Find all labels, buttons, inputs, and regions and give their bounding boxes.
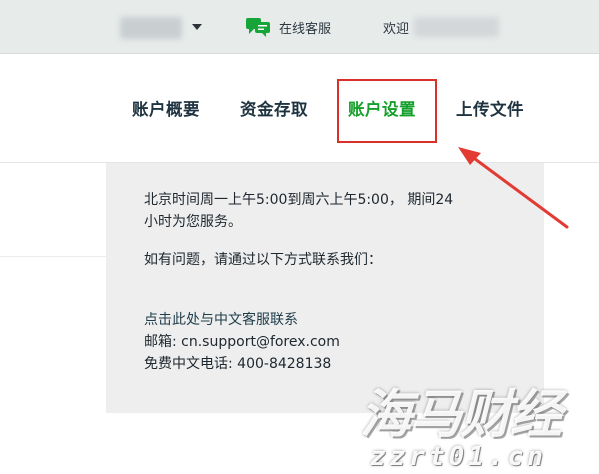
nav-funding[interactable]: 资金存取 xyxy=(240,96,308,120)
username-redacted xyxy=(414,17,499,37)
chat-bubbles-icon[interactable] xyxy=(246,17,270,37)
annotation-arrow-icon xyxy=(458,147,569,229)
welcome-label: 欢迎 xyxy=(383,22,410,37)
support-email[interactable]: 邮箱: cn.support@forex.com xyxy=(144,332,340,352)
contact-question: 如有问题，请通过以下方式联系我们： xyxy=(144,252,382,268)
chevron-down-icon[interactable] xyxy=(192,24,202,30)
top-bar: 在线客服 欢迎 xyxy=(0,0,599,54)
chinese-support-link[interactable]: 点击此处与中文客服联系 xyxy=(144,310,298,330)
nav-upload-files[interactable]: 上传文件 xyxy=(456,96,524,120)
watermark: 海马财经 zzrt01.cn xyxy=(352,372,599,474)
nav-account-summary[interactable]: 账户概要 xyxy=(132,96,200,120)
left-divider xyxy=(0,256,106,257)
watermark-url: zzrt01.cn xyxy=(370,442,547,472)
highlight-box xyxy=(337,79,437,143)
online-support-link[interactable]: 在线客服 xyxy=(279,18,331,37)
account-selector-redacted[interactable] xyxy=(120,17,182,39)
support-phone: 免费中文电话: 400-8428138 xyxy=(144,356,332,372)
service-hours-line2: 小时为您服务。 xyxy=(144,214,242,230)
service-hours-line1: 北京时间周一上午5:00到周六上午5:00， 期间24 xyxy=(144,192,454,208)
watermark-title: 海马财经 xyxy=(360,385,562,445)
